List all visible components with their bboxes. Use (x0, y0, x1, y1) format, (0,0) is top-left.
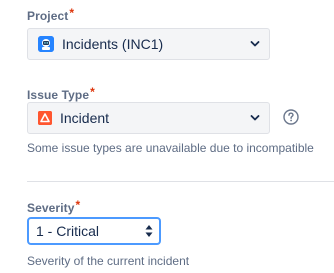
severity-helper-text: Severity of the current incident (27, 254, 190, 268)
chevron-down-icon (250, 41, 260, 47)
issue-type-label-text: Issue Type (27, 88, 90, 102)
issue-type-select[interactable]: Incident (27, 102, 270, 134)
severity-select[interactable]: 1 - Critical (27, 217, 161, 245)
severity-label: Severity* (27, 198, 81, 215)
required-asterisk: * (90, 85, 95, 99)
chevron-down-icon (250, 115, 260, 121)
project-label-text: Project (27, 9, 69, 23)
select-arrows-icon (145, 225, 153, 237)
required-asterisk: * (69, 6, 75, 20)
project-label: Project* (27, 6, 75, 23)
severity-label-text: Severity (27, 201, 75, 215)
project-value: Incidents (INC1) (62, 36, 164, 52)
issue-type-label: Issue Type* (27, 85, 95, 102)
incident-issue-type-icon (38, 111, 52, 125)
issue-type-value: Incident (60, 110, 110, 126)
project-avatar-icon (38, 36, 54, 52)
severity-value: 1 - Critical (36, 223, 100, 239)
issue-type-helper-text: Some issue types are unavailable due to … (27, 141, 314, 155)
section-divider (27, 181, 334, 182)
help-icon[interactable] (283, 109, 299, 125)
project-select[interactable]: Incidents (INC1) (27, 28, 270, 60)
required-asterisk: * (75, 198, 81, 212)
